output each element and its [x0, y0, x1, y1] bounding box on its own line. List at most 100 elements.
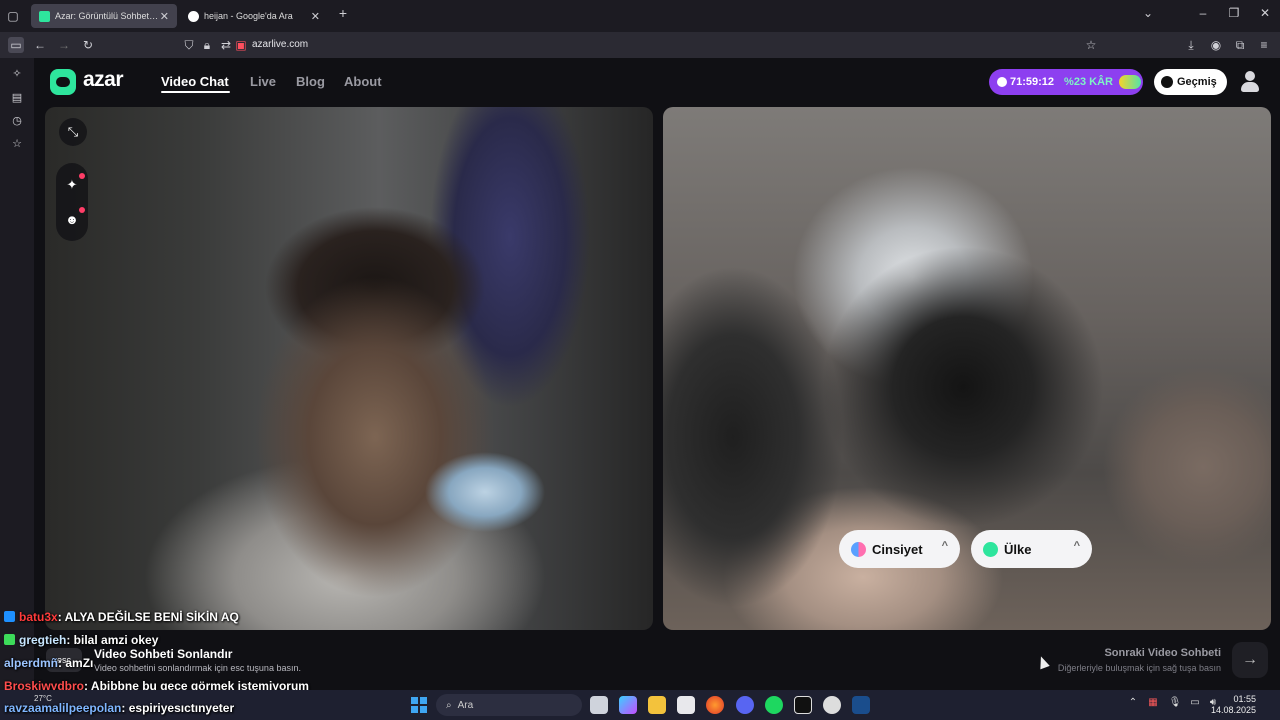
next-chat-hint: Diğerleriyle buluşmak için sağ tuşa bası… [1057, 663, 1221, 673]
taskbar-search[interactable]: ⌕ Ara [436, 694, 582, 716]
chat-message: alperdmñ: amZı [4, 656, 93, 670]
ai-sparkle-icon[interactable]: ✧ [9, 67, 25, 80]
tab-azar[interactable]: Azar: Görüntülü Sohbet, Ar ✕ [31, 4, 177, 28]
microphone-icon[interactable]: 🎙︎ [1168, 697, 1182, 708]
history-label: Geçmiş [1177, 76, 1217, 88]
downloads-icon[interactable]: ⤓ [1183, 37, 1199, 53]
shield-icon[interactable]: ⛉ [181, 37, 197, 53]
app-icon[interactable] [823, 696, 841, 714]
azar-favicon-icon [39, 10, 50, 22]
close-icon[interactable]: ✕ [160, 10, 169, 23]
sticker-face-icon[interactable]: ☻ [56, 204, 88, 234]
brand-name[interactable]: azar [83, 68, 124, 92]
extensions-icon[interactable]: ⧉ [1232, 37, 1248, 53]
nav-about[interactable]: About [344, 74, 382, 89]
close-window-button[interactable]: ✕ [1255, 6, 1275, 20]
forward-arrow-icon[interactable]: → [56, 37, 72, 53]
lock-icon[interactable]: 🔒︎ [199, 37, 215, 53]
country-filter-label: Ülke [1004, 541, 1032, 557]
tab-google[interactable]: heijan - Google'da Ara ✕ [180, 4, 328, 28]
bookmark-star-icon[interactable]: ☆ [1083, 37, 1099, 53]
clock-date[interactable]: 14.08.2025 [1211, 705, 1256, 715]
promo-discount: %23 KÂR [1064, 76, 1113, 88]
end-chat-title: Video Sohbeti Sonlandır [94, 647, 233, 661]
timer-clock-icon [997, 77, 1007, 87]
reload-icon[interactable]: ↻ [80, 37, 96, 53]
list-tabs-chevron-icon[interactable]: ⌄ [1138, 6, 1158, 20]
network-icon[interactable]: ▭ [1188, 697, 1202, 708]
history-icon[interactable]: ◷ [9, 114, 25, 127]
profile-avatar-icon[interactable] [1240, 71, 1260, 93]
chat-user: batu3x [19, 610, 58, 624]
history-clock-icon [1161, 76, 1173, 88]
menu-icon[interactable]: ≡ [1256, 37, 1272, 53]
synced-tabs-icon[interactable]: ▤ [9, 91, 25, 104]
tab-overview-icon[interactable]: ▢ [5, 8, 21, 24]
file-explorer-icon[interactable] [648, 696, 666, 714]
chat-user: gregtieh [19, 633, 67, 647]
tray-app-icon[interactable]: ▦ [1146, 697, 1160, 708]
gender-filter-button[interactable]: Cinsiyet ^ [839, 530, 960, 568]
chat-user: ravzaamalilpeepolan [4, 701, 122, 715]
permissions-icon[interactable]: ⇄ [218, 37, 234, 53]
copilot-icon[interactable] [619, 696, 637, 714]
steam-icon[interactable] [852, 696, 870, 714]
maximize-button[interactable]: ❐ [1224, 6, 1244, 20]
nav-video-chat[interactable]: Video Chat [161, 74, 229, 89]
camera-sharing-icon[interactable]: ▣ [233, 37, 249, 53]
sub-badge-icon [4, 634, 15, 645]
chat-text: : amZı [58, 656, 94, 670]
nav-live[interactable]: Live [250, 74, 276, 89]
chevron-up-icon: ^ [1073, 540, 1080, 552]
tab-title: Azar: Görüntülü Sohbet, Ar [55, 11, 160, 21]
chat-message: ravzaamalilpeepolan: espiriyesıctınyeter [4, 701, 234, 715]
history-button[interactable]: Geçmiş [1154, 69, 1227, 95]
sidebar-toggle-icon[interactable]: ▭ [8, 37, 24, 53]
google-favicon-icon [188, 10, 199, 22]
task-view-icon[interactable] [590, 696, 608, 714]
globe-icon [983, 541, 998, 557]
new-tab-button[interactable]: + [333, 5, 353, 21]
minimize-video-icon[interactable]: ⤡ [59, 118, 87, 146]
close-icon[interactable]: ✕ [311, 10, 320, 23]
promo-timer: 71:59:12 [1010, 76, 1055, 88]
tab-title: heijan - Google'da Ara [204, 11, 293, 21]
country-filter-button[interactable]: Ülke ^ [971, 530, 1092, 568]
search-icon: ⌕ [446, 699, 452, 711]
capcut-icon[interactable] [794, 696, 812, 714]
windows-start-icon[interactable] [411, 697, 427, 713]
chevron-up-icon: ^ [941, 540, 948, 552]
mouse-cursor-icon [1036, 654, 1050, 670]
chat-text: : bilal amzi okey [66, 633, 159, 647]
gender-filter-label: Cinsiyet [872, 541, 923, 557]
bookmarks-star-icon[interactable]: ☆ [9, 137, 25, 150]
local-video: ⤡ ✦ ☻ [45, 107, 653, 630]
prime-badge-icon [4, 611, 15, 622]
coins-icon [1118, 75, 1141, 89]
taskbar-search-placeholder: Ara [457, 699, 474, 711]
url-field[interactable]: azarlive.com [252, 39, 308, 50]
next-chat-button[interactable]: → [1232, 642, 1268, 678]
clock-time[interactable]: 01:55 [1233, 694, 1256, 704]
nav-blog[interactable]: Blog [296, 74, 325, 89]
browser-navbar: ▭ ← → ↻ ⛉ 🔒︎ ⇄ ▣ azarlive.com ☆ ⤓ ◉ ⧉ ≡ [0, 32, 1280, 58]
chat-text: : ALYA DEĞİLSE BENİ SİKİN AQ [57, 610, 239, 624]
browser-sidebar: ✧ ▤ ◷ ☆ [0, 58, 34, 690]
discord-icon[interactable] [736, 696, 754, 714]
remote-video: Cinsiyet ^ Ülke ^ [663, 107, 1271, 630]
azar-logo-icon[interactable] [50, 69, 76, 95]
minimize-button[interactable]: – [1193, 6, 1213, 20]
firefox-icon[interactable] [706, 696, 724, 714]
store-icon[interactable] [677, 696, 695, 714]
back-arrow-icon[interactable]: ← [32, 37, 48, 53]
effects-sparkle-icon[interactable]: ✦ [56, 170, 88, 200]
chat-text: : espiriyesıctınyeter [121, 701, 235, 715]
spotify-icon[interactable] [765, 696, 783, 714]
tray-chevron-up-icon[interactable]: ⌃ [1126, 697, 1140, 708]
effects-group: ✦ ☻ [56, 163, 88, 241]
next-chat-title: Sonraki Video Sohbeti [1104, 647, 1221, 659]
promo-timer-badge[interactable]: 71:59:12 %23 KÂR [989, 69, 1143, 95]
chat-user: alperdmñ [4, 656, 59, 670]
account-icon[interactable]: ◉ [1208, 37, 1224, 53]
chat-message: batu3x: ALYA DEĞİLSE BENİ SİKİN AQ [4, 610, 239, 624]
